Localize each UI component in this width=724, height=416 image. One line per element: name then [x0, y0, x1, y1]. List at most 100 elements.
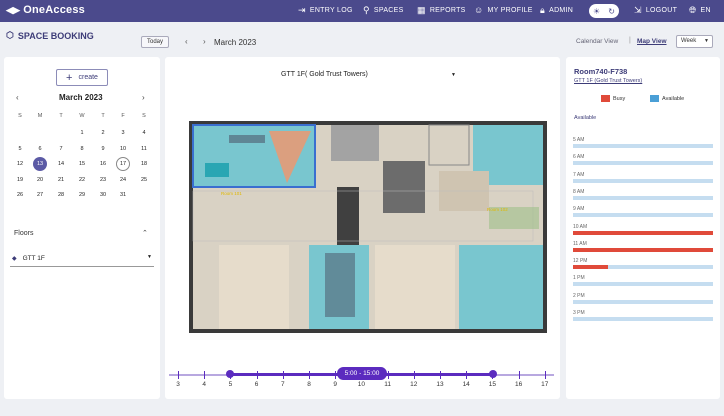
calendar-view-link[interactable]: Calendar View — [576, 38, 618, 45]
nav-admin-label: ADMIN — [549, 6, 574, 14]
timeline-tick-label: 5 — [228, 381, 233, 388]
legend-available-label: Available — [662, 95, 685, 102]
timeline-tick — [466, 371, 468, 379]
brand-name: OneAccess — [23, 4, 85, 16]
create-button-label: create — [78, 74, 98, 81]
calendar-day[interactable]: 21 — [54, 173, 68, 187]
nav-language-label: EN — [700, 6, 711, 14]
calendar-day[interactable]: 10 — [116, 142, 130, 156]
calendar-day[interactable]: 31 — [116, 188, 130, 202]
time-slot[interactable]: 5 AM — [573, 137, 713, 148]
left-panel: + create ‹ March 2023 › SMTWTFS123456789… — [4, 57, 160, 399]
building-select-value: GTT 1F( Gold Trust Towers) — [281, 71, 368, 78]
time-slot-label: 12 PM — [573, 258, 588, 265]
page-title: ⬡ SPACE BOOKING — [6, 30, 94, 41]
create-button[interactable]: + create — [56, 69, 108, 86]
calendar-day[interactable]: 29 — [75, 188, 89, 202]
next-month-icon[interactable]: › — [142, 93, 145, 102]
time-slot-bar — [573, 247, 713, 252]
prev-period-icon[interactable]: ‹ — [185, 37, 188, 46]
calendar-day[interactable]: 8 — [75, 142, 89, 156]
weekday-header: W — [79, 113, 85, 119]
mini-calendar-header: ‹ March 2023 › — [4, 93, 160, 105]
calendar-day[interactable]: 25 — [137, 173, 151, 187]
nav-reports[interactable]: ▦ REPORTS — [417, 6, 466, 15]
calendar-day[interactable]: 28 — [54, 188, 68, 202]
today-button[interactable]: Today — [141, 36, 169, 48]
nav-spaces[interactable]: ⚲ SPACES — [363, 6, 404, 15]
nav-logout[interactable]: ⇲ LOGOUT — [634, 6, 677, 15]
calendar-day[interactable]: 17 — [116, 157, 130, 171]
sun-icon: ☀ — [593, 6, 601, 16]
chevron-up-icon[interactable]: ⌃ — [142, 229, 148, 237]
calendar-day[interactable]: 26 — [13, 188, 27, 202]
calendar-day[interactable]: 22 — [75, 173, 89, 187]
calendar-day[interactable]: 14 — [54, 157, 68, 171]
time-slot[interactable]: 12 PM — [573, 258, 713, 270]
floor-select-value: GTT 1F — [22, 255, 45, 262]
time-slot[interactable]: 6 AM — [573, 154, 713, 166]
calendar-day[interactable]: 27 — [33, 188, 47, 202]
time-slot[interactable]: 11 AM — [573, 241, 713, 252]
time-slot-bar — [573, 178, 713, 183]
time-slot[interactable]: 2 PM — [573, 293, 713, 304]
calendar-day[interactable]: 6 — [33, 142, 47, 156]
legend-available: Available — [650, 95, 684, 102]
timeline-tick — [387, 371, 389, 379]
calendar-day[interactable]: 15 — [75, 157, 89, 171]
nav-language[interactable]: 🌐︎ EN — [689, 6, 711, 15]
timeline-tick-label: 15 — [488, 381, 496, 388]
weekday-header: T — [101, 113, 105, 119]
page-title-text: SPACE BOOKING — [17, 30, 94, 41]
calendar-day[interactable]: 3 — [116, 126, 130, 140]
timeline-tick — [518, 371, 520, 379]
calendar-day[interactable]: 23 — [96, 173, 110, 187]
calendar-day[interactable]: 12 — [13, 157, 27, 171]
timeline-tick — [230, 371, 232, 379]
timeline-tick-label: 10 — [357, 381, 365, 388]
map-panel: GTT 1F( Gold Trust Towers) ▼ Room 101 Ro… — [165, 57, 560, 399]
calendar-day[interactable]: 11 — [137, 142, 151, 156]
time-slot[interactable]: 8 AM — [573, 189, 713, 200]
calendar-day[interactable]: 4 — [137, 126, 151, 140]
nav-my-profile[interactable]: ☺ MY PROFILE — [474, 6, 533, 15]
calendar-day[interactable]: 13 — [33, 157, 47, 171]
view-separator: | — [629, 37, 631, 44]
calendar-day[interactable]: 30 — [96, 188, 110, 202]
time-slot[interactable]: 3 PM — [573, 310, 713, 321]
availability-heading: Available — [574, 115, 597, 121]
calendar-day[interactable]: 5 — [13, 142, 27, 156]
calendar-day[interactable]: 18 — [137, 157, 151, 171]
theme-toggle[interactable]: ☀ ↻ — [589, 4, 619, 18]
nav-admin[interactable]: 🔒︎ ADMIN — [540, 6, 574, 15]
time-slot[interactable]: 7 AM — [573, 172, 713, 183]
calendar-day[interactable]: 7 — [54, 142, 68, 156]
time-slot-bar — [573, 161, 713, 166]
time-slot[interactable]: 9 AM — [573, 206, 713, 218]
map-label-room-101: Room 101 — [221, 191, 242, 196]
floor-plan-map[interactable]: Room 101 Room 102 — [189, 121, 547, 333]
prev-month-icon[interactable]: ‹ — [16, 93, 19, 102]
calendar-day[interactable]: 24 — [116, 173, 130, 187]
floor-select[interactable]: ◆ GTT 1F ▼ — [10, 251, 154, 267]
calendar-day[interactable]: 9 — [96, 142, 110, 156]
building-select[interactable]: GTT 1F( Gold Trust Towers) ▼ — [281, 71, 456, 83]
nav-entry-log[interactable]: ⇥ ENTRY LOG — [298, 6, 353, 15]
map-view-link[interactable]: Map View — [637, 38, 667, 45]
brand-logo[interactable]: ◀▶ OneAccess — [6, 4, 85, 16]
time-slot[interactable]: 1 PM — [573, 275, 713, 287]
busy-fill — [573, 230, 713, 235]
time-slot[interactable]: 10 AM — [573, 224, 713, 235]
mini-calendar-month: March 2023 — [59, 93, 103, 102]
period-select[interactable]: Week ▼ — [676, 35, 713, 48]
calendar-day[interactable]: 16 — [96, 157, 110, 171]
calendar-day[interactable]: 19 — [13, 173, 27, 187]
calendar-day[interactable]: 20 — [33, 173, 47, 187]
timeline-tick-label: 6 — [254, 381, 259, 388]
room-location-link[interactable]: GTT 1F (Gold Trust Towers) — [574, 78, 642, 84]
next-period-icon[interactable]: › — [203, 37, 206, 46]
calendar-day[interactable]: 1 — [75, 126, 89, 140]
timeline-tick — [413, 371, 415, 379]
top-nav-bar: ◀▶ OneAccess ⇥ ENTRY LOG ⚲ SPACES ▦ REPO… — [0, 0, 724, 22]
calendar-day[interactable]: 2 — [96, 126, 110, 140]
